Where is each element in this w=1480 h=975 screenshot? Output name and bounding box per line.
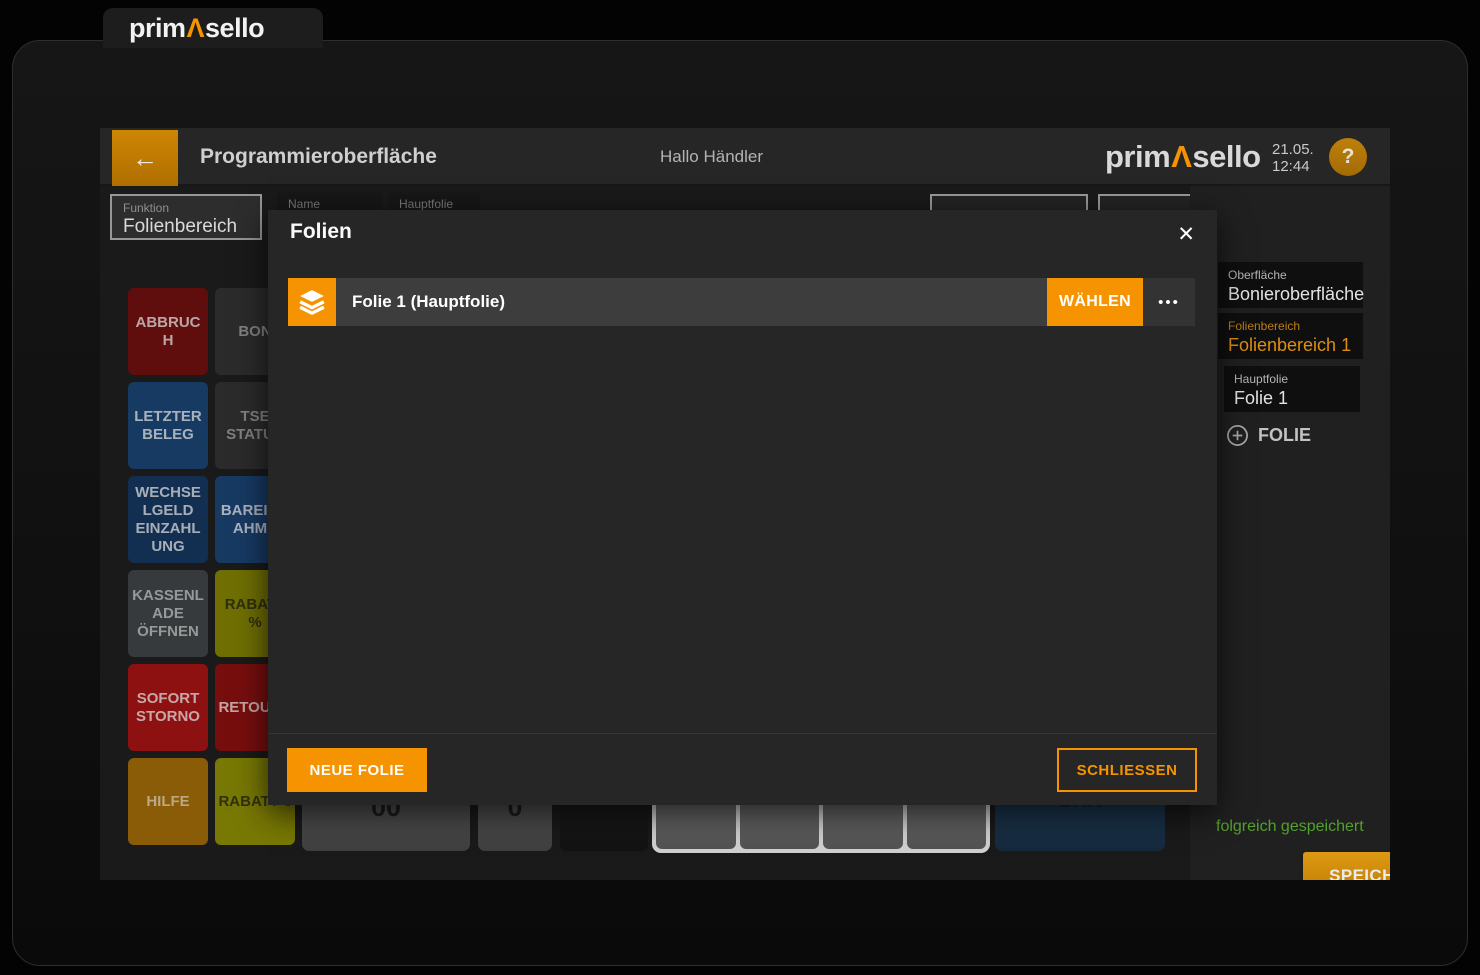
logo-suffix: sello [205,13,264,43]
panel-value: Bonieroberfläche [1228,284,1353,305]
neue-folie-button[interactable]: NEUE FOLIE [287,748,427,792]
name-field-label: Name [288,197,372,211]
status-message: folgreich gespeichert [1216,818,1364,836]
panel-label: Hauptfolie [1234,372,1350,386]
schliessen-button[interactable]: SCHLIESSEN [1057,748,1197,792]
panel-folienbereich[interactable]: Folienbereich Folienbereich 1 [1218,313,1363,359]
app-header: ← Programmieroberfläche Hallo Händler pr… [100,128,1390,186]
datetime: 21.05. 12:44 [1272,141,1314,175]
grid-button-abbruch[interactable]: ABBRUCH [128,288,208,375]
grid-button-wechselgeld[interactable]: WECHSELGELD EINZAHLUNG [128,476,208,563]
waehlen-button[interactable]: WÄHLEN [1047,278,1143,326]
panel-oberflaeche[interactable]: Oberfläche Bonieroberfläche [1218,262,1363,308]
row-menu-button[interactable]: ••• [1143,278,1195,326]
time-text: 12:44 [1272,158,1314,175]
add-folie-button[interactable]: FOLIE [1226,424,1311,447]
panel-hauptfolie[interactable]: Hauptfolie Folie 1 [1224,366,1360,412]
hauptfolie-field-label: Hauptfolie [399,197,469,211]
folie-row-label: Folie 1 (Hauptfolie) [352,292,1047,312]
funktion-field-value: Folienbereich [123,216,249,238]
plus-circle-icon [1226,424,1249,447]
header-logo: primΛsello [1105,128,1261,186]
logo-accent: Λ [186,13,206,43]
panel-label: Oberfläche [1228,268,1353,282]
modal-footer: NEUE FOLIE SCHLIESSEN [268,733,1217,805]
layers-icon [288,278,336,326]
page: primΛsello ← Programmieroberfläche Hallo… [0,0,1480,975]
panel-value: Folie 1 [1234,388,1350,409]
modal-close-button[interactable]: ✕ [1173,220,1199,249]
page-title: Programmieroberfläche [200,128,437,186]
folie-list-row: Folie 1 (Hauptfolie) WÄHLEN ••• [288,278,1195,326]
logo-tab: primΛsello [103,8,323,48]
app-window: ← Programmieroberfläche Hallo Händler pr… [100,128,1390,880]
date-text: 21.05. [1272,141,1314,158]
funktion-field[interactable]: Funktion Folienbereich [110,194,262,240]
grid-button-hilfe[interactable]: HILFE [128,758,208,845]
grid-button-kassenlade[interactable]: KASSENLADE ÖFFNEN [128,570,208,657]
funktion-field-label: Funktion [123,201,249,215]
panel-value: Folienbereich 1 [1228,335,1353,356]
grid-button-letzter-beleg[interactable]: LETZTER BELEG [128,382,208,469]
modal-title: Folien [290,220,352,244]
panel-label: Folienbereich [1228,319,1353,333]
logo-prefix: prim [129,13,186,43]
back-button[interactable]: ← [112,130,178,186]
question-icon: ? [1342,145,1355,169]
greeting-text: Hallo Händler [660,128,763,186]
primasello-logo: primΛsello [129,13,264,44]
grid-button-sofort-storno[interactable]: SOFORT STORNO [128,664,208,751]
help-button[interactable]: ? [1329,138,1367,176]
save-button[interactable]: SPEICHERN [1303,852,1390,880]
back-arrow-icon: ← [132,143,158,174]
ellipsis-icon: ••• [1158,294,1180,311]
right-sidebar: Oberfläche Bonieroberfläche Folienbereic… [1190,186,1390,880]
folien-modal: Folien ✕ Folie 1 (Hauptfolie) WÄHLEN [268,210,1217,805]
close-icon: ✕ [1177,223,1195,246]
add-folie-label: FOLIE [1258,425,1311,446]
